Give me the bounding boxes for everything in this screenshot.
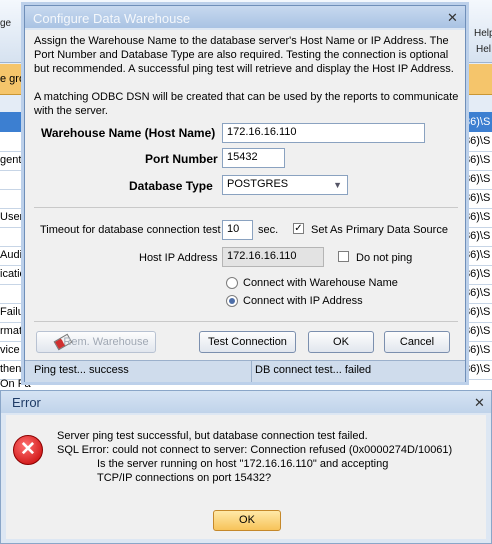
configure-dialog: Configure Data Warehouse ✕ Assign the Wa…	[24, 5, 466, 382]
do-not-ping-checkbox[interactable]	[338, 251, 349, 262]
error-body: ✕ Server ping test successful, but datab…	[6, 415, 486, 539]
error-dialog: Error ✕ ✕ Server ping test successful, b…	[0, 390, 492, 544]
error-message-line: TCP/IP connections on port 15432?	[97, 472, 272, 484]
port-label: Port Number	[145, 152, 218, 166]
cell-text: 86)\S	[464, 268, 491, 280]
dialog-title: Configure Data Warehouse	[33, 11, 191, 26]
cell-text: rmati	[0, 325, 25, 337]
port-input[interactable]: 15432	[222, 148, 285, 168]
dialog-content: Assign the Warehouse Name to the databas…	[25, 30, 465, 360]
error-title: Error	[12, 395, 41, 410]
dialog-titlebar[interactable]: Configure Data Warehouse ✕	[25, 6, 465, 28]
cell-text: 86)\S	[464, 287, 491, 299]
connect-name-radio[interactable]	[226, 277, 238, 289]
primary-source-label: Set As Primary Data Source	[311, 224, 448, 236]
divider	[34, 321, 458, 322]
ok-button[interactable]: OK	[308, 331, 374, 353]
intro-text: Assign the Warehouse Name to the databas…	[34, 35, 454, 75]
timeout-label: Timeout for database connection test	[40, 224, 221, 236]
status-bar: Ping test... success DB connect test... …	[25, 360, 465, 382]
timeout-input[interactable]: 10	[222, 220, 253, 240]
cell-text: gent	[0, 154, 22, 166]
error-titlebar[interactable]: Error ✕	[1, 391, 491, 413]
cell-text: 86)\S	[464, 211, 491, 223]
db-type-label: Database Type	[129, 179, 213, 193]
connect-ip-radio[interactable]	[226, 295, 238, 307]
error-message-line: SQL Error: could not connect to server: …	[57, 444, 453, 456]
cell-text: 86)\S	[464, 363, 491, 375]
close-icon[interactable]: ✕	[474, 395, 485, 411]
host-ip-label: Host IP Address	[139, 252, 218, 264]
close-icon[interactable]: ✕	[447, 10, 458, 26]
error-ok-button[interactable]: OK	[213, 510, 281, 531]
cell-text: 86)\S	[464, 173, 491, 185]
toolbar-text: Hel	[476, 44, 492, 55]
cell-text: 86)\S	[464, 154, 491, 166]
connect-name-label: Connect with Warehouse Name	[243, 277, 398, 289]
status-db: DB connect test... failed	[255, 364, 372, 376]
remove-warehouse-button[interactable]: Rem. Warehouse	[36, 331, 156, 353]
db-type-value: POSTGRES	[227, 178, 289, 190]
error-message-line: Server ping test successful, but databas…	[57, 430, 368, 442]
status-divider	[251, 361, 252, 382]
status-ping: Ping test... success	[34, 364, 129, 376]
toolbar-text: Help	[474, 28, 492, 39]
cell-text: Failu	[0, 306, 24, 318]
error-message-line: Is the server running on host "172.16.16…	[97, 458, 389, 470]
cell-text: 86)\S	[464, 116, 491, 128]
cell-text: thenti	[0, 363, 27, 375]
cell-text: 86)\S	[464, 192, 491, 204]
chevron-down-icon[interactable]: ▼	[333, 180, 342, 190]
connect-ip-label: Connect with IP Address	[243, 295, 363, 307]
db-type-select[interactable]: POSTGRES ▼	[222, 175, 348, 195]
error-icon: ✕	[13, 435, 43, 465]
cell-text: Audi	[0, 249, 23, 261]
cell-text: User	[0, 211, 24, 223]
do-not-ping-label: Do not ping	[356, 252, 413, 264]
cell-text: 86)\S	[464, 325, 491, 337]
warehouse-name-label: Warehouse Name (Host Name)	[41, 126, 216, 140]
cell-text: 86)\S	[464, 230, 491, 242]
warehouse-name-input[interactable]: 172.16.16.110	[222, 123, 425, 143]
remove-warehouse-label: Rem. Warehouse	[63, 336, 149, 348]
cell-text: 86)\S	[464, 344, 491, 356]
test-connection-button[interactable]: Test Connection	[199, 331, 296, 353]
timeout-unit: sec.	[258, 224, 279, 236]
cell-text: 86)\S	[464, 249, 491, 261]
checkmark-icon: ✓	[294, 223, 303, 234]
odbc-note: A matching ODBC DSN will be created that…	[34, 91, 459, 117]
cell-text: 86)\S	[464, 135, 491, 147]
cell-text: 86)\S	[464, 306, 491, 318]
divider	[34, 207, 458, 208]
toolbar-text: ge	[0, 18, 12, 29]
host-ip-field: 172.16.16.110	[222, 247, 324, 267]
primary-source-checkbox[interactable]: ✓	[293, 223, 304, 234]
cancel-button[interactable]: Cancel	[384, 331, 450, 353]
